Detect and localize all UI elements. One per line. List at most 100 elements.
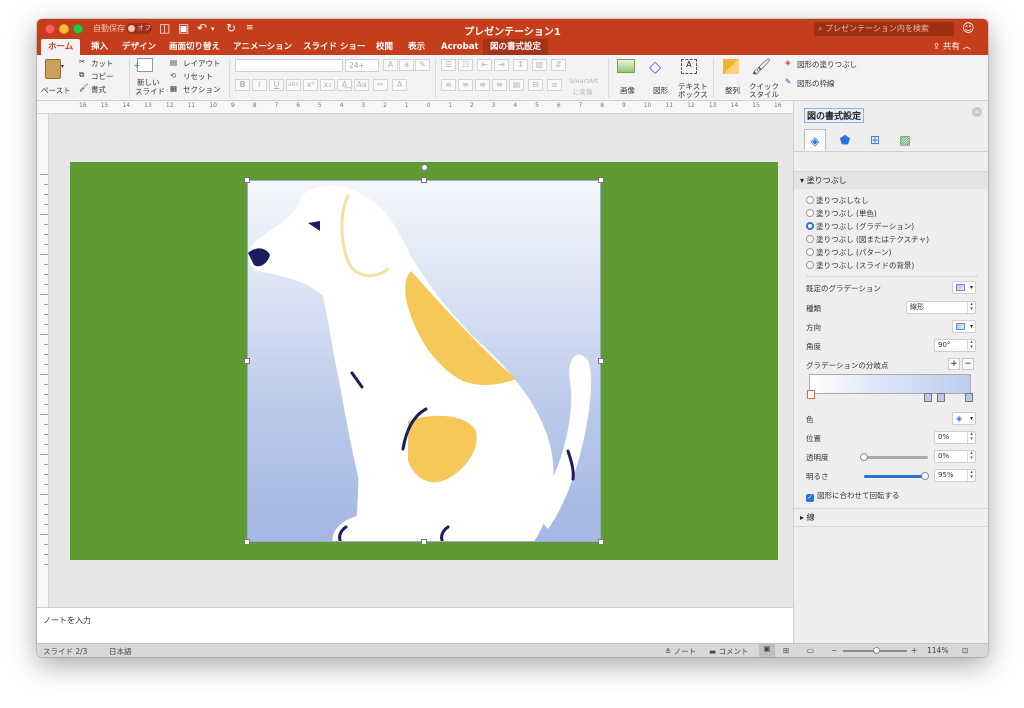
radio-button[interactable] <box>806 235 814 243</box>
tab-design[interactable]: デザイン <box>122 39 156 55</box>
resize-handle-right[interactable] <box>598 358 604 364</box>
type-select[interactable]: 線形 ▴ ▾ <box>906 301 976 314</box>
copy-button[interactable]: コピー <box>91 71 114 82</box>
stepper-arrows-icon[interactable]: ▴ ▾ <box>967 432 975 443</box>
paste-dropdown-icon[interactable]: ▾ <box>61 63 64 70</box>
radio-button[interactable] <box>806 209 814 217</box>
superscript-icon[interactable]: x² <box>303 79 318 91</box>
notes-area[interactable]: ノートを入力 <box>37 607 793 643</box>
columns-icon[interactable]: ▥ <box>532 59 547 71</box>
pane-close-icon[interactable]: × <box>972 107 982 117</box>
shapes-icon[interactable]: ◇ <box>649 57 661 76</box>
tab-acrobat[interactable]: Acrobat <box>441 39 479 55</box>
strikethrough-icon[interactable]: abc <box>286 79 301 91</box>
radio-solid-fill[interactable]: 塗りつぶし (単色) <box>806 208 877 219</box>
radio-gradient-fill[interactable]: 塗りつぶし (グラデーション) <box>806 221 914 232</box>
transparency-stepper[interactable]: 0% ▴ ▾ <box>934 450 976 463</box>
distribute-icon[interactable]: ▤ <box>509 79 524 91</box>
radio-no-fill[interactable]: 塗りつぶしなし <box>806 195 869 206</box>
gradient-stop[interactable] <box>924 393 932 402</box>
resize-handle-bottom-left[interactable] <box>244 539 250 545</box>
shape-fill-button[interactable]: 図形の塗りつぶし <box>797 59 857 70</box>
font-color-icon[interactable]: A <box>392 79 407 91</box>
position-stepper[interactable]: 0% ▴ ▾ <box>934 431 976 444</box>
radio-pattern-fill[interactable]: 塗りつぶし (パターン) <box>806 247 891 258</box>
tab-animations[interactable]: アニメーション <box>233 39 292 55</box>
font-grow-icon[interactable]: A <box>383 59 398 71</box>
dog-picture[interactable] <box>247 180 601 542</box>
picture-icon[interactable] <box>617 59 635 73</box>
stepper-arrows-icon[interactable]: ▴ ▾ <box>967 340 975 351</box>
size-properties-tab-icon[interactable]: ⊞ <box>864 129 886 151</box>
picture-button[interactable]: 画像 <box>620 85 635 96</box>
resize-handle-top[interactable] <box>421 177 427 183</box>
zoom-slider-knob[interactable] <box>873 647 880 654</box>
justify-icon[interactable]: ≡ <box>492 79 507 91</box>
resize-handle-bottom[interactable] <box>421 539 427 545</box>
vertical-ruler[interactable] <box>37 114 49 607</box>
brightness-slider-knob[interactable] <box>920 472 929 480</box>
radio-button[interactable] <box>806 248 814 256</box>
align-left-icon[interactable]: ≡ <box>441 79 456 91</box>
slide[interactable] <box>70 162 778 560</box>
copy-icon[interactable]: ⧉ <box>79 70 84 80</box>
radio-button-selected[interactable] <box>806 222 814 230</box>
new-slide-label-2[interactable]: スライド <box>135 86 165 97</box>
decrease-indent-icon[interactable]: ⇤ <box>477 59 492 71</box>
tab-transitions[interactable]: 画面切り替え <box>169 39 220 55</box>
char-spacing-icon[interactable]: A͟ <box>337 79 352 91</box>
resize-handle-top-right[interactable] <box>598 177 604 183</box>
tab-home[interactable]: ホーム <box>41 39 81 55</box>
zoom-level[interactable]: 114% <box>927 646 948 655</box>
quick-style-icon[interactable]: 🖌 <box>751 57 771 76</box>
tab-insert[interactable]: 挿入 <box>91 39 108 55</box>
font-name-field[interactable] <box>235 59 343 72</box>
radio-button[interactable] <box>806 261 814 269</box>
text-align-icon[interactable]: ⊟ <box>528 79 543 91</box>
gradient-stop[interactable] <box>965 393 973 402</box>
normal-view-icon[interactable]: ▣ <box>759 644 775 657</box>
format-painter-icon[interactable]: 🖌 <box>79 83 89 92</box>
search-input[interactable]: ⌕ プレゼンテーション内を検索 <box>814 22 954 36</box>
checkmark-icon[interactable]: ✓ <box>806 494 814 502</box>
change-case-icon[interactable]: Aa <box>354 79 369 91</box>
line-section-header[interactable]: ▸ 線 <box>794 508 988 526</box>
underline-icon[interactable]: U <box>269 79 284 91</box>
text-direction-icon[interactable]: ⇵ <box>551 59 566 71</box>
bullets-icon[interactable]: ☰ <box>441 59 456 71</box>
gradient-stop[interactable] <box>937 393 945 402</box>
share-button[interactable]: ⇪ 共有 ︿ <box>933 39 971 55</box>
add-stop-button[interactable]: + <box>948 358 960 370</box>
rotate-with-shape-checkbox[interactable]: ✓ 図形に合わせて回転する <box>806 490 900 502</box>
remove-stop-button[interactable]: − <box>962 358 974 370</box>
textbox-label-2[interactable]: ボックス <box>678 89 708 100</box>
zoom-in-icon[interactable]: + <box>911 646 917 655</box>
fill-section-header[interactable]: ▾ 塗りつぶし <box>794 171 988 189</box>
tab-picture-format[interactable]: 図の書式設定 <box>483 39 549 55</box>
fill-line-tab-icon[interactable]: ◈ <box>804 129 826 151</box>
line-spacing-icon[interactable]: ↕ <box>513 59 528 71</box>
tab-view[interactable]: 表示 <box>408 39 425 55</box>
cut-icon[interactable]: ✂ <box>79 57 85 66</box>
radio-background-fill[interactable]: 塗りつぶし (スライドの背景) <box>806 260 914 271</box>
feedback-smiley-icon[interactable]: ☺ <box>962 21 975 35</box>
resize-handle-bottom-right[interactable] <box>598 539 604 545</box>
shape-fill-icon[interactable]: ◈ <box>785 58 791 67</box>
tab-review[interactable]: 校閲 <box>376 39 393 55</box>
smartart-label-2[interactable]: に変換 <box>573 86 593 96</box>
highlight-icon[interactable]: ✏ <box>373 79 388 91</box>
font-size-field[interactable]: 24+ <box>345 59 379 72</box>
textbox-icon[interactable]: A <box>681 59 697 74</box>
radio-button[interactable] <box>806 196 814 204</box>
align-center-icon[interactable]: ≡ <box>458 79 473 91</box>
align-right-icon[interactable]: ≡ <box>475 79 490 91</box>
radio-picture-fill[interactable]: 塗りつぶし (図またはテクスチャ) <box>806 234 929 245</box>
resize-handle-top-left[interactable] <box>244 177 250 183</box>
transparency-slider[interactable] <box>864 456 928 459</box>
layout-icon[interactable]: ▤ <box>170 58 177 67</box>
language-indicator[interactable]: 日本語 <box>109 646 132 657</box>
stepper-arrows-icon[interactable]: ▴ ▾ <box>967 451 975 462</box>
clear-format-icon[interactable]: ✎ <box>415 59 430 71</box>
direction-dropdown[interactable]: ▾ <box>952 320 976 333</box>
zoom-out-icon[interactable]: − <box>831 646 837 655</box>
